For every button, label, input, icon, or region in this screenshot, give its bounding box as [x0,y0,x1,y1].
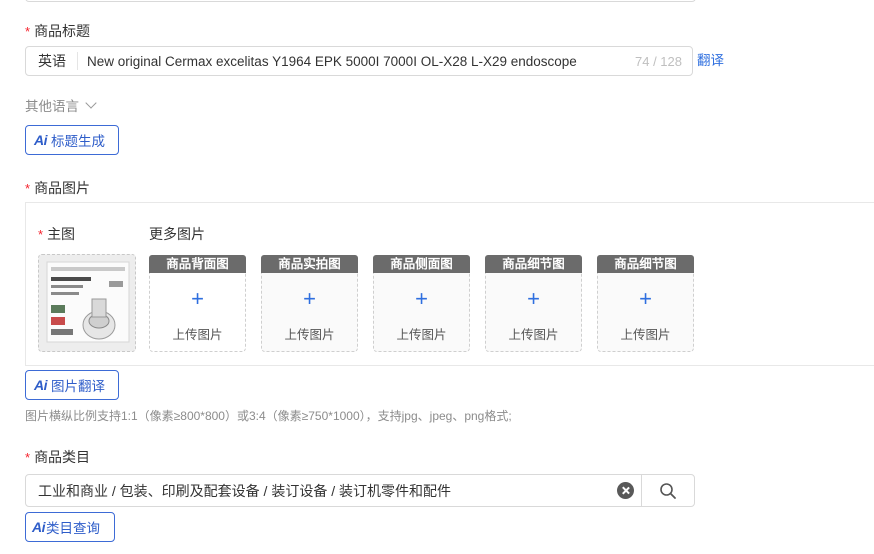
upload-slot-real-shot[interactable]: 商品实拍图 + 上传图片 [261,255,358,352]
upload-slot-detail-2[interactable]: 商品细节图 + 上传图片 [597,255,694,352]
image-format-hint: 图片横纵比例支持1:1（像素≥800*800）或3:4（像素≥750*1000）… [25,409,512,423]
translate-image-button[interactable]: Ai 图片翻译 [25,370,119,400]
upload-slot-back[interactable]: 商品背面图 + 上传图片 [149,255,246,352]
previous-field-edge [25,0,696,2]
other-languages-label: 其他语言 [25,99,79,114]
upload-label: 上传图片 [620,328,671,342]
title-label-text: 商品标题 [34,23,91,39]
upload-label: 上传图片 [284,328,335,342]
main-image-label-text: 主图 [47,226,76,242]
char-counter: 74 / 128 [635,53,682,69]
ai-icon: Ai [34,132,48,148]
product-photo-image [39,255,135,351]
upload-label: 上传图片 [172,328,223,342]
plus-icon: + [191,286,204,311]
main-image-label: * 主图 [38,225,75,244]
slot-header: 商品实拍图 [261,255,358,273]
slot-header: 商品背面图 [149,255,246,273]
required-mark: * [25,450,31,465]
other-languages-toggle[interactable]: 其他语言 [25,95,97,115]
slot-header: 商品细节图 [597,255,694,273]
slot-header: 商品细节图 [485,255,582,273]
category-query-button[interactable]: Ai 类目查询 [25,512,115,542]
category-value[interactable]: 工业和商业 / 包装、印刷及配套设备 / 装订设备 / 装订机零件和配件 [26,481,617,501]
generate-title-button[interactable]: Ai 标题生成 [25,125,119,155]
title-value[interactable]: New original Cermax excelitas Y1964 EPK … [78,54,635,69]
plus-icon: + [527,286,540,311]
category-search-button[interactable] [641,475,694,506]
images-label: * 商品图片 [25,179,90,198]
upload-slot-detail-1[interactable]: 商品细节图 + 上传图片 [485,255,582,352]
clear-icon[interactable] [617,482,634,499]
ai-icon: Ai [32,519,46,535]
language-tag[interactable]: 英语 [26,52,78,70]
chevron-down-icon [85,97,97,109]
images-label-text: 商品图片 [34,180,91,196]
ai-icon: Ai [34,377,48,393]
category-label: * 商品类目 [25,448,90,467]
title-label: * 商品标题 [25,22,90,41]
more-images-label: 更多图片 [149,226,205,242]
plus-icon: + [415,286,428,311]
plus-icon: + [639,286,652,311]
translate-image-label: 图片翻译 [51,379,105,394]
slot-header: 商品侧面图 [373,255,470,273]
upload-label: 上传图片 [396,328,447,342]
category-selector[interactable]: 工业和商业 / 包装、印刷及配套设备 / 装订设备 / 装订机零件和配件 [25,474,695,507]
required-mark: * [38,227,44,242]
main-image-thumbnail[interactable] [38,254,136,352]
upload-label: 上传图片 [508,328,559,342]
generate-title-label: 标题生成 [51,134,105,149]
translate-link[interactable]: 翻译 [697,49,724,69]
plus-icon: + [303,286,316,311]
category-query-label: 类目查询 [46,521,100,536]
search-icon [660,482,676,499]
title-input[interactable]: 英语 New original Cermax excelitas Y1964 E… [25,46,693,76]
required-mark: * [25,24,31,39]
upload-slot-side[interactable]: 商品侧面图 + 上传图片 [373,255,470,352]
category-label-text: 商品类目 [34,449,91,465]
required-mark: * [25,181,31,196]
